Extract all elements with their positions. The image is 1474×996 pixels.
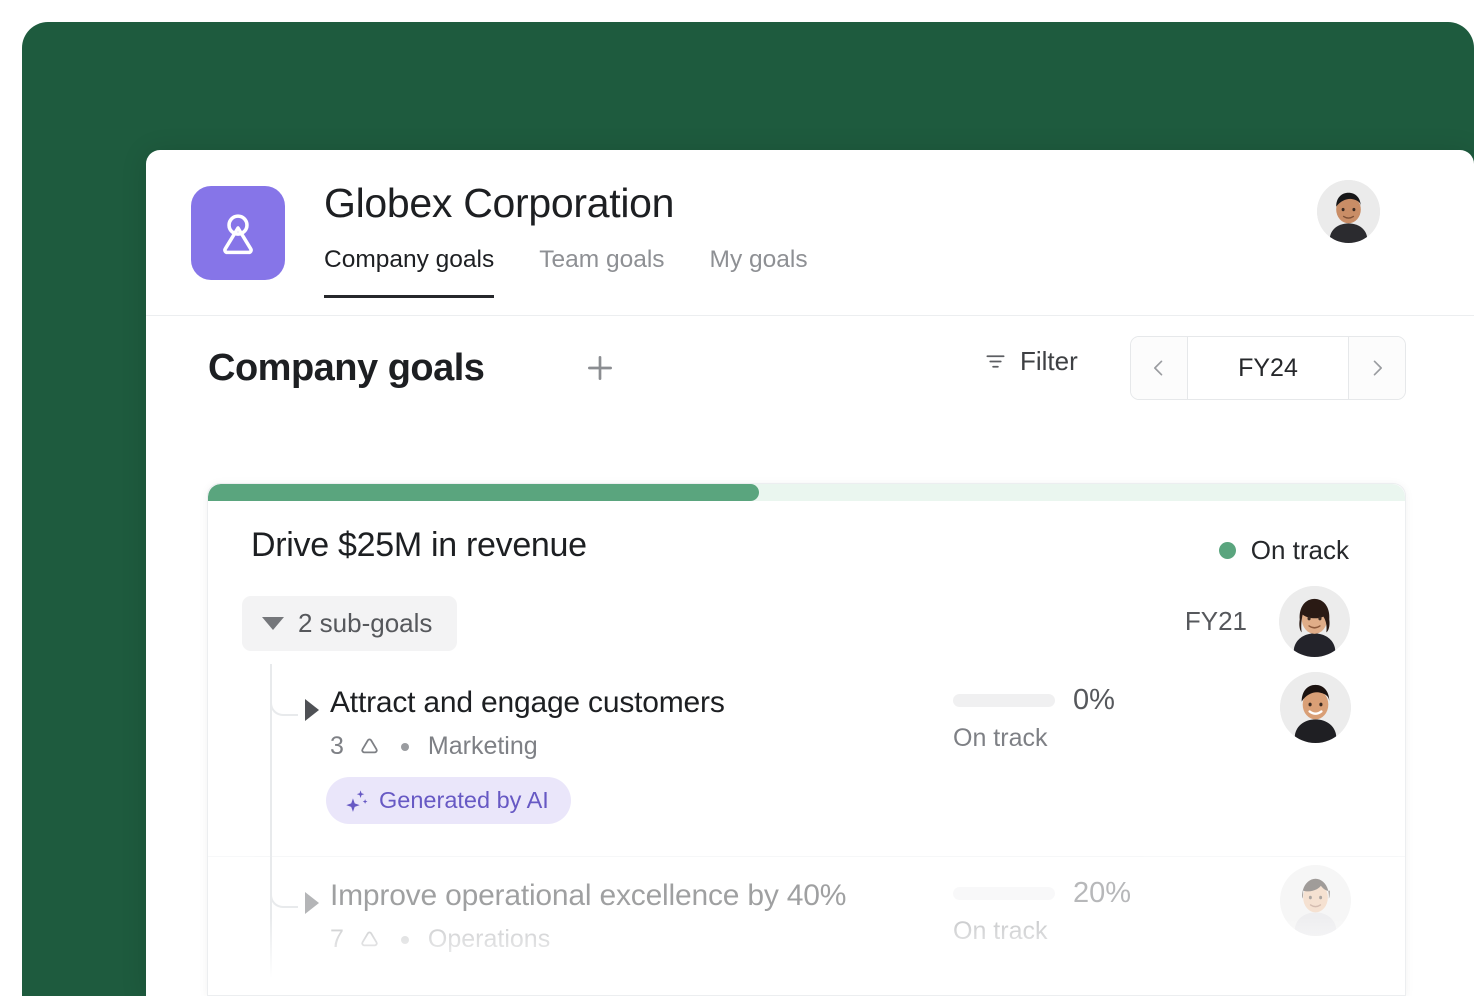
app-window: Globex Corporation Company goals Team go… <box>146 150 1474 996</box>
tab-my-goals[interactable]: My goals <box>710 246 808 298</box>
tab-bar: Company goals Team goals My goals <box>324 246 808 298</box>
subgoal-row[interactable]: Improve operational excellence by 40% 7 … <box>208 856 1405 995</box>
subgoal-status: On track <box>953 917 1048 945</box>
add-goal-button[interactable] <box>576 344 624 392</box>
subgoal-title[interactable]: Improve operational excellence by 40% <box>330 879 846 913</box>
sparkle-icon <box>343 788 369 814</box>
filter-icon <box>984 350 1007 373</box>
subgoal-progress-bar <box>953 887 1055 900</box>
section-title: Company goals <box>208 347 485 389</box>
app-header: Globex Corporation Company goals Team go… <box>146 150 1474 316</box>
goal-progress-bar <box>208 484 1405 501</box>
subgoal-team: Marketing <box>427 732 538 760</box>
subgoal-progress-label: 20% <box>1073 877 1132 909</box>
ai-generated-badge[interactable]: Generated by AI <box>326 777 571 824</box>
plus-icon <box>583 351 617 385</box>
goal-card[interactable]: Drive $25M in revenue On track 2 sub-goa… <box>207 483 1406 996</box>
goal-cycle-label: FY21 <box>1184 606 1247 636</box>
meta-separator <box>400 935 409 944</box>
tab-team-goals[interactable]: Team goals <box>539 246 664 298</box>
subgoal-row[interactable]: Attract and engage customers 3 Marketing <box>208 664 1405 856</box>
ai-badge-label: Generated by AI <box>379 787 549 813</box>
subgoal-owner-avatar[interactable] <box>1280 865 1351 936</box>
subgoals-count-label: 2 sub-goals <box>298 608 433 638</box>
subgoal-title[interactable]: Attract and engage customers <box>330 686 725 720</box>
goal-progress-fill <box>208 484 759 501</box>
subgoal-team: Operations <box>427 925 551 953</box>
status-dot-icon <box>1218 542 1236 559</box>
subgoal-tree: Attract and engage customers 3 Marketing <box>208 664 1405 995</box>
goal-triangle-icon <box>357 734 382 759</box>
page-title: Globex Corporation <box>324 180 675 226</box>
subgoal-meta: 7 Operations <box>330 925 550 954</box>
period-switcher: FY24 <box>1130 336 1406 400</box>
subgoal-progress-bar <box>953 694 1055 707</box>
chevron-down-icon <box>262 617 284 630</box>
expand-row-caret[interactable] <box>305 892 319 914</box>
person-pin-icon <box>191 186 285 280</box>
subgoal-owner-avatar[interactable] <box>1280 672 1351 743</box>
chevron-right-icon <box>1367 358 1387 378</box>
goal-title: Drive $25M in revenue <box>251 526 587 564</box>
avatar[interactable] <box>1317 180 1380 243</box>
goal-owner-avatar[interactable] <box>1279 586 1350 657</box>
goal-triangle-icon <box>357 927 382 952</box>
subgoals-toggle[interactable]: 2 sub-goals <box>242 596 458 651</box>
subgoal-status: On track <box>953 724 1048 752</box>
meta-separator <box>400 742 409 751</box>
subgoal-meta: 3 Marketing <box>330 732 538 761</box>
expand-row-caret[interactable] <box>305 699 319 721</box>
tab-company-goals[interactable]: Company goals <box>324 246 495 298</box>
filter-label: Filter <box>1020 346 1078 376</box>
filter-button[interactable]: Filter <box>984 346 1078 377</box>
chevron-left-icon <box>1149 358 1169 378</box>
period-next-button[interactable] <box>1349 337 1405 399</box>
status-badge: On track <box>1218 535 1349 566</box>
subgoal-progress: 0% <box>953 684 1115 717</box>
subgoal-count: 3 <box>330 732 344 760</box>
subgoal-count: 7 <box>330 925 344 953</box>
subgoal-progress: 20% <box>953 877 1131 910</box>
period-prev-button[interactable] <box>1131 337 1187 399</box>
period-label[interactable]: FY24 <box>1187 337 1349 399</box>
page-toolbar: Company goals Filter FY24 <box>146 316 1474 444</box>
subgoal-progress-label: 0% <box>1073 684 1115 716</box>
status-label: On track <box>1250 535 1349 565</box>
